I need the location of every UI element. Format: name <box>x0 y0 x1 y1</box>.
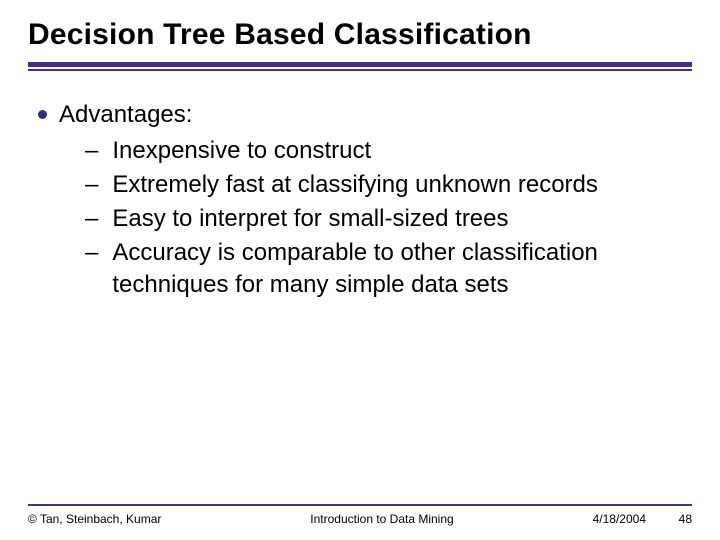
dash-icon: – <box>85 203 98 235</box>
footer-page: 48 <box>646 512 692 526</box>
bullet-heading: Advantages: <box>59 101 192 128</box>
footer-date: 4/18/2004 <box>526 512 646 526</box>
list-item: – Easy to interpret for small-sized tree… <box>85 203 692 235</box>
slide: Decision Tree Based Classification Advan… <box>0 0 720 540</box>
list-item: – Inexpensive to construct <box>85 135 692 167</box>
footer-divider <box>28 504 692 506</box>
sub-bullet-list: – Inexpensive to construct – Extremely f… <box>59 135 692 301</box>
slide-title: Decision Tree Based Classification <box>28 18 692 52</box>
slide-footer: © Tan, Steinbach, Kumar Introduction to … <box>0 504 720 526</box>
list-item: – Extremely fast at classifying unknown … <box>85 169 692 201</box>
list-item-text: Easy to interpret for small-sized trees <box>112 203 672 235</box>
list-item-text: Extremely fast at classifying unknown re… <box>112 169 672 201</box>
footer-authors: © Tan, Steinbach, Kumar <box>28 512 238 526</box>
dash-icon: – <box>85 135 98 167</box>
footer-course: Introduction to Data Mining <box>238 512 526 526</box>
bullet-dot-icon <box>38 110 47 119</box>
list-item-text: Accuracy is comparable to other classifi… <box>112 237 672 301</box>
title-divider <box>28 62 692 71</box>
content-area: Advantages: – Inexpensive to construct –… <box>28 99 692 303</box>
bullet-level-1: Advantages: – Inexpensive to construct –… <box>38 99 692 303</box>
list-item: – Accuracy is comparable to other classi… <box>85 237 692 301</box>
list-item-text: Inexpensive to construct <box>112 135 672 167</box>
dash-icon: – <box>85 169 98 201</box>
dash-icon: – <box>85 237 98 269</box>
